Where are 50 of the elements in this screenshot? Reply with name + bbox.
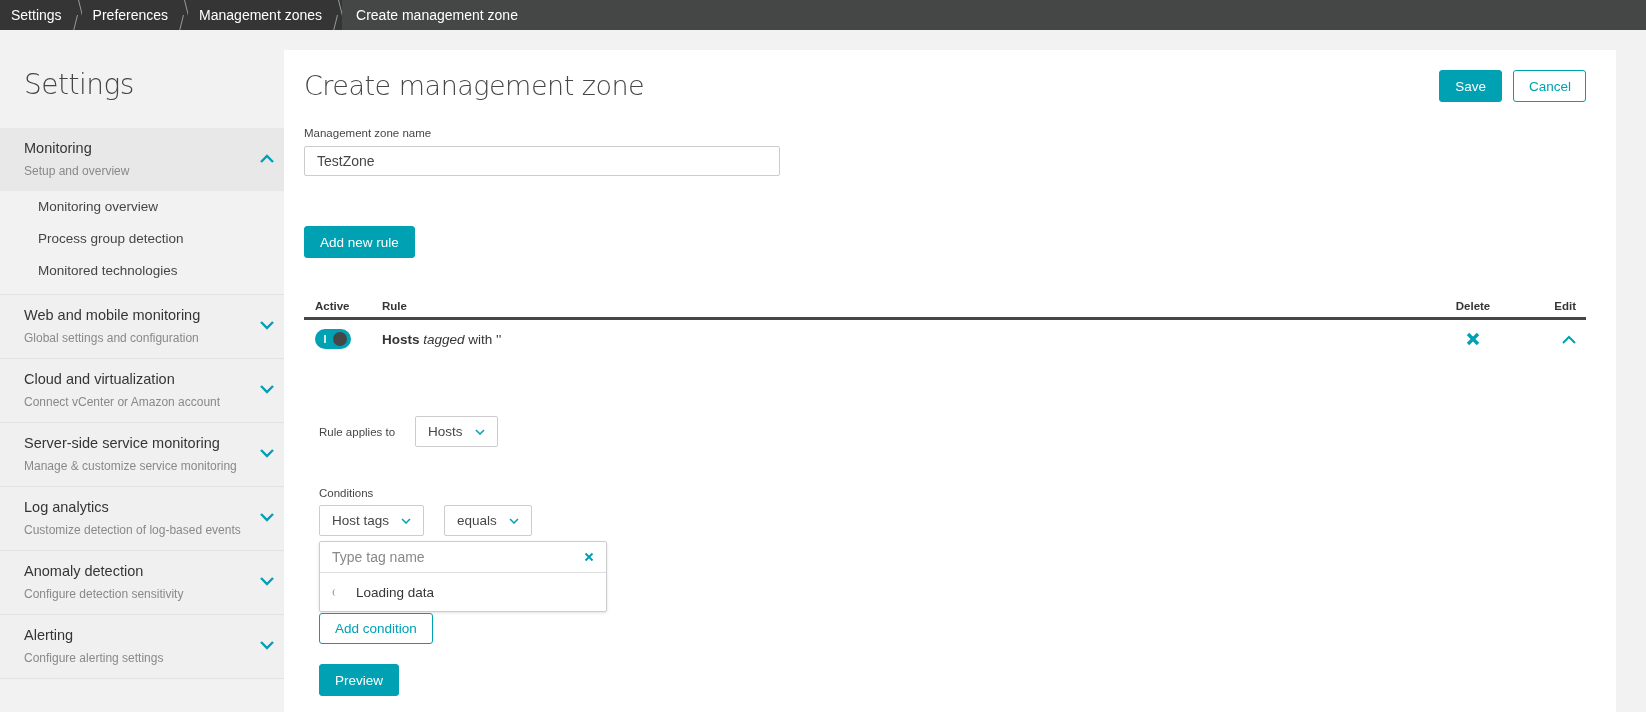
section-subtitle: Manage & customize service monitoring [24,458,237,473]
sidebar-title: Settings [24,68,135,103]
section-subtitle: Connect vCenter or Amazon account [24,394,221,409]
chevron-down-icon [401,517,412,524]
section-title: Web and mobile monitoring [24,306,201,323]
chevron-down-icon [260,385,274,394]
section-subtitle: Global settings and configuration [24,330,200,345]
zone-name-field[interactable]: TestZone [304,146,780,176]
section-subtitle: Customize detection of log-based events [24,522,241,537]
spinner-icon [332,586,338,598]
sidebar-item[interactable]: Monitored technologies [38,263,284,278]
section-subtitle: Configure detection sensitivity [24,586,184,601]
toggle-switch[interactable] [315,329,351,349]
chevron-up-icon [260,154,274,163]
rule-description: Hosts tagged with '' [382,331,503,347]
entity-dropdown[interactable]: Hosts [415,416,498,447]
chevron-down-icon [260,449,274,458]
section-subtitle: Configure alerting settings [24,650,164,665]
sidebar-item[interactable]: Process group detection [38,231,284,246]
section-title: Log analytics [24,498,110,515]
close-icon[interactable] [1466,332,1480,346]
field-label: Management zone name [304,127,433,139]
section-title: Monitoring [24,139,93,156]
chevron-up-icon[interactable] [1562,334,1576,344]
sidebar-item[interactable]: Monitoring overview [38,199,284,214]
section-title: Anomaly detection [24,562,145,579]
tag-search-field[interactable]: Type tag name [332,549,584,565]
sidebar-section[interactable]: Monitoring Setup and overview [0,128,284,191]
column-header: Edit [1553,300,1577,312]
page-title: Create management zone [304,70,645,101]
column-header: Active [314,300,351,312]
section-title: Server-side service monitoring [24,434,221,451]
section-title: Alerting [24,626,75,643]
field-label: Rule applies to [319,425,396,438]
section-title: Cloud and virtualization [24,370,176,387]
chevron-down-icon [260,577,274,586]
chevron-down-icon [508,517,519,524]
chevron-down-icon [474,428,485,435]
chevron-down-icon [260,513,274,522]
breadcrumb-link[interactable]: Create management zone [342,0,1646,30]
clear-icon[interactable] [584,552,594,562]
column-header: Rule [382,300,408,312]
section-subtitle: Setup and overview [24,163,130,178]
chevron-down-icon [260,641,274,650]
chevron-down-icon [260,321,274,330]
field-label: Conditions [319,487,375,499]
loading-text: Loading data [356,584,435,600]
column-header: Delete [1454,300,1492,312]
property-dropdown[interactable]: Host tags [319,505,425,536]
operator-dropdown[interactable]: equals [444,505,532,536]
